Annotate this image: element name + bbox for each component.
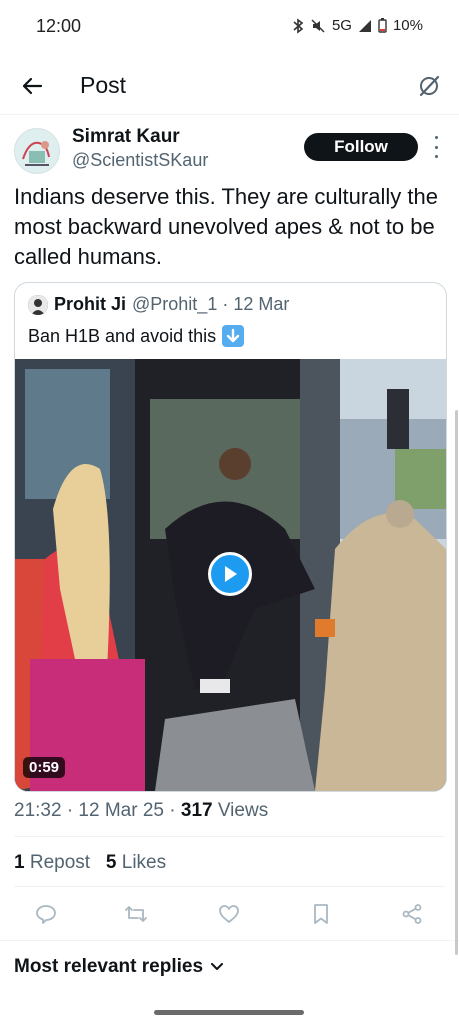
quoted-post-header: Prohit Ji @Prohit_1 · 12 Mar [28,294,289,315]
post-meta: 21:32 · 12 Mar 25 · 317 Views [14,800,268,822]
repost-icon [125,906,147,922]
post-timestamp: 21:32 · 12 Mar 25 · [14,800,181,821]
back-arrow-icon [22,77,43,95]
grok-icon [419,75,440,97]
quoted-author-avatar [28,294,48,315]
reposts-label: Repost [24,852,91,873]
reply-button[interactable] [33,901,59,927]
author-name[interactable]: Simrat Kaur [72,126,180,148]
divider [14,886,445,887]
bluetooth-icon [292,17,304,34]
bookmark-icon [314,904,328,924]
follow-button[interactable]: Follow [304,133,418,161]
divider [0,940,459,941]
scrollbar[interactable] [455,410,458,955]
share-icon [402,904,422,924]
quoted-post[interactable]: Prohit Ji @Prohit_1 · 12 Mar Ban H1B and… [14,282,447,792]
chevron-down-icon [211,963,224,970]
top-bar: Post [0,58,459,115]
grok-button[interactable] [413,70,445,102]
share-button[interactable] [399,901,425,927]
down-arrow-emoji-icon [222,325,245,347]
reposts-count: 1 [14,852,25,873]
video-player[interactable]: 0:59 [15,359,446,791]
author-avatar[interactable] [14,128,60,174]
play-button[interactable] [208,552,252,596]
like-icon [219,905,239,923]
divider [14,836,445,837]
views-label: Views [212,800,269,821]
reply-icon [36,905,56,924]
play-icon [225,566,237,582]
post-text: Indians deserve this. They are culturall… [14,184,438,269]
bookmark-button[interactable] [308,901,334,927]
battery-icon [378,18,387,33]
quoted-author-name: Prohit Ji [54,294,127,314]
views-count: 317 [180,800,213,821]
quoted-post-text: Ban H1B and avoid this [28,325,217,346]
likes-label: Likes [116,852,167,873]
signal-icon [358,19,372,33]
network-label: 5G [331,17,352,34]
quoted-post-text-row: Ban H1B and avoid this [28,325,245,347]
repost-button[interactable] [123,901,149,927]
replies-sort-dropdown[interactable]: Most relevant replies [14,956,224,978]
status-icons: 5G 10% [292,17,423,34]
quoted-author-meta: @Prohit_1 · 12 Mar [132,294,290,314]
post-stats: 1 Repost 5 Likes [14,852,166,874]
video-duration: 0:59 [23,757,66,778]
action-bar [0,895,459,935]
like-button[interactable] [216,901,242,927]
back-button[interactable] [16,70,48,102]
status-bar: 12:00 5G 10% [0,0,459,54]
home-indicator[interactable] [154,1010,304,1015]
reposts-stat[interactable]: 1 Repost [14,852,90,873]
page-title: Post [80,72,127,98]
mute-icon [310,18,326,34]
status-time: 12:00 [36,16,82,36]
replies-sort-label: Most relevant replies [14,956,204,977]
more-icon[interactable] [430,136,442,158]
author-handle[interactable]: @ScientistSKaur [72,150,208,171]
likes-stat[interactable]: 5 Likes [106,852,166,873]
battery-percent: 10% [392,17,423,34]
likes-count: 5 [105,852,117,873]
